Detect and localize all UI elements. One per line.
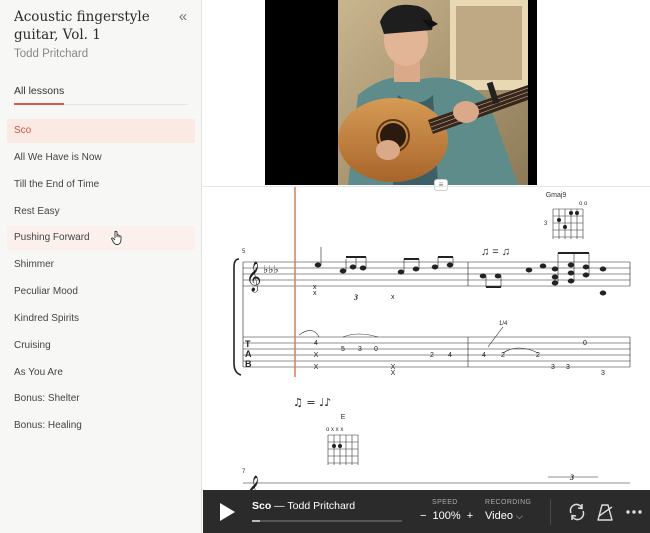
tab-number: 5	[341, 346, 345, 353]
lesson-item-peculiar-mood[interactable]: Peculiar Mood	[7, 280, 195, 304]
lesson-item-pushing-forward[interactable]: Pushing Forward	[7, 226, 195, 251]
tab-number: 4	[314, 340, 318, 347]
tab-all-lessons[interactable]: All lessons	[14, 84, 65, 105]
tab-number: 2	[430, 352, 434, 359]
tab-number: 3	[358, 346, 362, 353]
svg-text:♫ = ♩♪: ♫ = ♩♪	[293, 396, 331, 409]
svg-text:𝄞: 𝄞	[246, 475, 261, 491]
sidebar: Acoustic fingerstyle guitar, Vol. 1 « To…	[0, 0, 202, 533]
svg-text:x: x	[391, 294, 395, 301]
svg-text:♫ = ♫: ♫ = ♫	[481, 246, 510, 258]
lesson-item-as-you-are[interactable]: As You Are	[7, 361, 195, 385]
svg-text:𝄞: 𝄞	[246, 261, 261, 293]
progress-bar[interactable]	[252, 520, 402, 522]
bend-mark: 1/4	[499, 321, 508, 327]
svg-text:x: x	[313, 290, 317, 297]
tab-letter-a: A	[245, 349, 252, 359]
chord-name-bottom: E	[341, 414, 346, 421]
track-separator: —	[271, 500, 288, 512]
tab-letter-b: B	[245, 359, 252, 369]
staff-1	[242, 261, 631, 367]
notation-view[interactable]: Gmaj9 o o 3 5 𝄞 ♭♭♭ x x x 3 ♫ = ♫ T A B …	[203, 186, 650, 507]
triplet-mark: 3	[353, 293, 358, 302]
video-frame[interactable]	[338, 0, 528, 185]
speed-control: − 100% +	[420, 510, 473, 522]
video-still-guitarist	[338, 0, 528, 185]
more-icon[interactable]	[624, 502, 644, 522]
tab-number: 4	[482, 352, 486, 359]
lesson-item-label: Pushing Forward	[14, 232, 90, 244]
course-author[interactable]: Todd Pritchard	[14, 48, 88, 60]
lesson-item-sco[interactable]: Sco	[7, 119, 195, 143]
lesson-item-rest-easy[interactable]: Rest Easy	[7, 200, 195, 224]
lesson-item-all-we-have-is-now[interactable]: All We Have is Now	[7, 146, 195, 170]
tab-mute: X	[314, 364, 319, 371]
tab-number: 2	[536, 352, 540, 359]
collapse-icon[interactable]: «	[174, 8, 192, 26]
track-artist: Todd Pritchard	[287, 500, 356, 512]
cursor-pointer-icon	[111, 231, 122, 246]
svg-text:o o: o o	[579, 201, 588, 207]
speed-value: 100%	[432, 510, 461, 522]
lesson-item-cruising[interactable]: Cruising	[7, 334, 195, 358]
lesson-list: Sco All We Have is Now Till the End of T…	[7, 119, 195, 441]
speed-increase-button[interactable]: +	[467, 510, 473, 522]
main-content: ≡ Gmaj9 o o 3 5 𝄞 ♭♭♭ x x x 3 ♫ = ♫ T A …	[203, 0, 650, 533]
tab-number: 3	[601, 370, 605, 377]
measure-number-5: 5	[242, 249, 246, 255]
svg-text:o x x x: o x x x	[326, 427, 343, 433]
chord-name-top: Gmaj9	[546, 192, 567, 199]
sheet-music: Gmaj9 o o 3 5 𝄞 ♭♭♭ xx x 3 ♫ = ♫ T A B 4…	[233, 187, 631, 507]
tab-staff-1	[243, 336, 631, 368]
svg-text:♭♭♭: ♭♭♭	[263, 263, 279, 276]
tab-number: 0	[374, 346, 378, 353]
divider	[550, 499, 551, 525]
lesson-item-kindred-spirits[interactable]: Kindred Spirits	[7, 307, 195, 331]
measure-number-7: 7	[242, 469, 246, 475]
tab-mute: X	[314, 352, 319, 359]
chevron-down-icon: ⌵	[516, 511, 523, 521]
tab-number: 3	[566, 364, 570, 371]
track-title: Sco — Todd Pritchard	[252, 500, 355, 512]
loop-icon[interactable]	[567, 502, 587, 522]
progress-fill	[252, 520, 260, 522]
player-bar: Sco — Todd Pritchard SPEED − 100% + RECO…	[203, 490, 650, 533]
video-player[interactable]	[265, 0, 537, 185]
track-name: Sco	[252, 500, 272, 512]
metronome-icon[interactable]	[595, 502, 615, 522]
tab-letter-t: T	[245, 339, 251, 349]
lesson-item-till-the-end-of-time[interactable]: Till the End of Time	[7, 173, 195, 197]
tab-bar: All lessons	[14, 84, 188, 105]
course-title: Acoustic fingerstyle guitar, Vol. 1	[14, 9, 150, 43]
recording-value: Video	[485, 510, 513, 522]
lesson-item-shimmer[interactable]: Shimmer	[7, 253, 195, 277]
chord-fret-number: 3	[544, 221, 548, 227]
speed-label: SPEED	[432, 499, 458, 506]
recording-select[interactable]: Video ⌵	[485, 510, 523, 522]
tab-number: 3	[551, 364, 555, 371]
speed-decrease-button[interactable]: −	[420, 510, 426, 522]
svg-text:3: 3	[569, 473, 574, 482]
play-icon[interactable]	[217, 501, 237, 523]
tab-mute: X	[391, 370, 396, 377]
tab-number: 4	[448, 352, 452, 359]
lesson-item-bonus-shelter[interactable]: Bonus: Shelter	[7, 387, 195, 411]
recording-label: RECORDING	[485, 499, 532, 506]
lesson-item-bonus-healing[interactable]: Bonus: Healing	[7, 414, 195, 438]
tab-number: 0	[583, 340, 587, 347]
